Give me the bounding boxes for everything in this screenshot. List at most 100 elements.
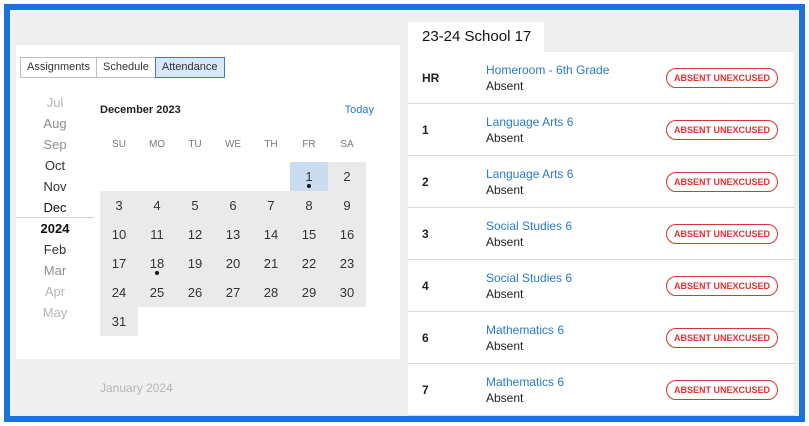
day-number: 31	[111, 314, 127, 329]
period-label: HR	[422, 71, 440, 85]
month-item[interactable]: Oct	[16, 155, 94, 176]
calendar-day[interactable]: 2	[328, 162, 366, 191]
calendar-day[interactable]: 26	[176, 278, 214, 307]
tab-schedule[interactable]: Schedule	[95, 57, 156, 78]
absence-badge: ABSENT UNEXCUSED	[665, 224, 778, 244]
day-number: 7	[267, 198, 275, 213]
calendar-day[interactable]: 11	[138, 220, 176, 249]
weekday-label: MO	[148, 139, 166, 150]
course-link[interactable]: Mathematics 6	[486, 323, 564, 337]
calendar-day[interactable]: 24	[100, 278, 138, 307]
month-item[interactable]: Dec	[16, 197, 94, 218]
today-button[interactable]: Today	[345, 104, 374, 116]
attendance-status: Absent	[486, 235, 524, 249]
day-number: 12	[187, 227, 203, 242]
day-number: 2	[343, 169, 351, 184]
course-link[interactable]: Mathematics 6	[486, 375, 564, 389]
calendar-day[interactable]: 17	[100, 249, 138, 278]
day-number: 11	[150, 227, 164, 242]
calendar-day[interactable]: 29	[290, 278, 328, 307]
calendar-day[interactable]: 25	[138, 278, 176, 307]
absence-badge: ABSENT UNEXCUSED	[665, 328, 778, 348]
attendance-status: Absent	[486, 79, 524, 93]
view-tabs: Assignments Schedule Attendance	[20, 57, 225, 78]
next-month-label[interactable]: January 2024	[100, 381, 173, 395]
day-number: 15	[301, 227, 317, 242]
weekday-label: SA	[340, 139, 354, 150]
month-item[interactable]: May	[16, 302, 94, 323]
day-number: 21	[263, 256, 279, 271]
calendar-day[interactable]: 6	[214, 191, 252, 220]
period-label: 4	[422, 279, 429, 293]
calendar-day[interactable]: 9	[328, 191, 366, 220]
calendar-day[interactable]: 19	[176, 249, 214, 278]
calendar-day[interactable]: 5	[176, 191, 214, 220]
month-item[interactable]: Mar	[16, 260, 94, 281]
attendance-row: 1 Language Arts 6 Absent ABSENT UNEXCUSED	[408, 104, 794, 156]
day-number: 3	[115, 198, 123, 213]
calendar-day[interactable]: 3	[100, 191, 138, 220]
empty-day-cell	[176, 307, 214, 336]
calendar-day[interactable]: 10	[100, 220, 138, 249]
calendar-week: 10 11 12 13 14 15 16	[100, 220, 366, 249]
calendar-day[interactable]: 28	[252, 278, 290, 307]
month-item[interactable]: Jul	[16, 92, 94, 113]
tab-assignments[interactable]: Assignments	[20, 57, 97, 78]
course-link[interactable]: Language Arts 6	[486, 167, 573, 181]
calendar-day[interactable]: 13	[214, 220, 252, 249]
school-year-title: 23-24 School 17	[408, 22, 544, 52]
absence-badge: ABSENT UNEXCUSED	[665, 120, 778, 140]
calendar-day[interactable]: 30	[328, 278, 366, 307]
calendar-day[interactable]: 21	[252, 249, 290, 278]
course-link[interactable]: Language Arts 6	[486, 115, 573, 129]
calendar-month-title: December 2023	[100, 104, 181, 116]
month-item[interactable]: Sep	[16, 134, 94, 155]
calendar-day[interactable]: 12	[176, 220, 214, 249]
course-link[interactable]: Social Studies 6	[486, 219, 572, 233]
day-number: 17	[111, 256, 127, 271]
day-number: 6	[229, 198, 237, 213]
calendar-day[interactable]: 15	[290, 220, 328, 249]
month-item[interactable]: 2024	[16, 218, 94, 239]
empty-day-cell	[328, 307, 366, 336]
attendance-status: Absent	[486, 339, 524, 353]
screenshot-frame: Assignments Schedule Attendance Jul Aug Se…	[4, 4, 805, 422]
attendance-row: 7 Mathematics 6 Absent ABSENT UNEXCUSED	[408, 364, 794, 416]
calendar-week: 12	[100, 162, 366, 191]
attendance-row: HR Homeroom - 6th Grade Absent ABSENT UNEXC…	[408, 52, 794, 104]
day-number: 26	[187, 285, 203, 300]
month-item[interactable]: Nov	[16, 176, 94, 197]
calendar-day[interactable]: 16	[328, 220, 366, 249]
calendar-day[interactable]: 23	[328, 249, 366, 278]
month-item[interactable]: Apr	[16, 281, 94, 302]
calendar-week: 17 18 19 20 21 22 23	[100, 249, 366, 278]
period-label: 1	[422, 123, 429, 137]
month-item[interactable]: Aug	[16, 113, 94, 134]
course-link[interactable]: Homeroom - 6th Grade	[486, 63, 609, 77]
calendar-day[interactable]: 27	[214, 278, 252, 307]
calendar-day[interactable]: 8	[290, 191, 328, 220]
calendar-day[interactable]: 22	[290, 249, 328, 278]
calendar-day[interactable]: 7	[252, 191, 290, 220]
attendance-row: 6 Mathematics 6 Absent ABSENT UNEXCUSED	[408, 312, 794, 364]
attendance-status: Absent	[486, 131, 524, 145]
calendar-day[interactable]: 20	[214, 249, 252, 278]
weekday-label: SU	[112, 139, 126, 150]
day-number: 28	[263, 285, 279, 300]
calendar-day[interactable]: 4	[138, 191, 176, 220]
empty-day-cell	[214, 162, 252, 191]
weekday-label: TH	[264, 139, 278, 150]
day-number: 27	[225, 285, 241, 300]
calendar-day[interactable]: 1	[290, 162, 328, 191]
calendar-week: 3 4 5 6 7 8 9	[100, 191, 366, 220]
day-number: 10	[111, 227, 127, 242]
course-link[interactable]: Social Studies 6	[486, 271, 572, 285]
month-item[interactable]: Feb	[16, 239, 94, 260]
calendar-day[interactable]: 18	[138, 249, 176, 278]
day-number: 8	[305, 198, 313, 213]
calendar-day[interactable]: 31	[100, 307, 138, 336]
empty-day-cell	[290, 307, 328, 336]
tab-attendance[interactable]: Attendance	[154, 57, 225, 78]
calendar-day[interactable]: 14	[252, 220, 290, 249]
attendance-row: 2 Language Arts 6 Absent ABSENT UNEXCUSED	[408, 156, 794, 208]
